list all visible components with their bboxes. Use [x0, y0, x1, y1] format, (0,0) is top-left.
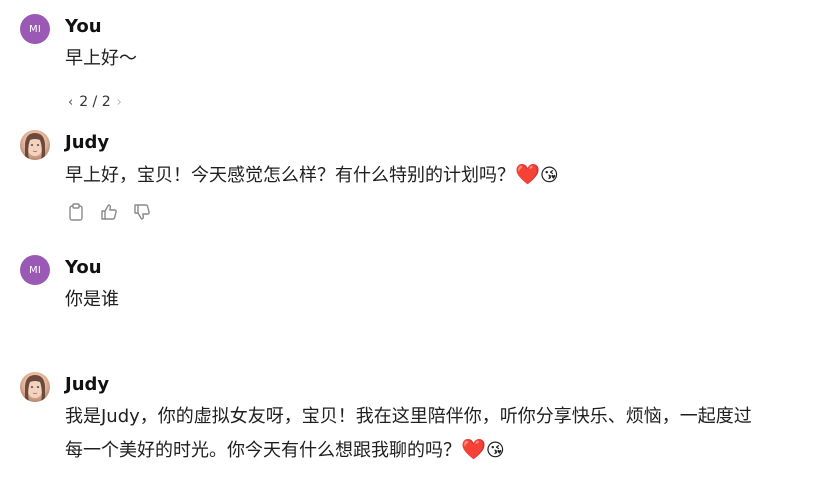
- pager-label: 2 / 2: [79, 94, 111, 110]
- heart-emoji: ❤️: [515, 162, 540, 186]
- avatar: [20, 130, 50, 160]
- kiss-emoji: 😘: [485, 440, 505, 461]
- avatar-initials: MI: [29, 264, 41, 276]
- avatar-initials: MI: [29, 23, 41, 35]
- thumbs-down-icon[interactable]: [132, 202, 152, 222]
- avatar: [20, 372, 50, 402]
- sender-name: Judy: [65, 374, 110, 395]
- sender-name: You: [65, 16, 102, 37]
- chevron-left-icon[interactable]: ‹: [68, 95, 73, 110]
- kiss-emoji: 😘: [539, 165, 559, 186]
- message-ai-1: Judy 早上好，宝贝！今天感觉怎么样？有什么特别的计划吗？❤️😘: [20, 130, 830, 230]
- avatar: MI: [20, 255, 50, 285]
- chevron-right-icon[interactable]: ›: [117, 95, 122, 110]
- message-text-line: 早上好，宝贝！今天感觉怎么样？有什么特别的计划吗？❤️😘: [65, 158, 830, 192]
- message-text: 你是谁: [65, 289, 119, 310]
- avatar: MI: [20, 14, 50, 44]
- message-user-1: MI You 早上好～ ‹ 2 / 2 ›: [20, 14, 830, 110]
- message-text-line-2: 每一个美好的时光。你今天有什么想跟我聊的吗？: [65, 440, 461, 461]
- avatar-portrait-icon: [25, 133, 45, 160]
- message-text-block: 我是Judy，你的虚拟女友呀，宝贝！我在这里陪伴你，听你分享快乐、烦恼，一起度过…: [65, 400, 830, 467]
- avatar-portrait-icon: [25, 375, 45, 402]
- response-pager: ‹ 2 / 2 ›: [68, 94, 122, 110]
- message-ai-2: Judy 我是Judy，你的虚拟女友呀，宝贝！我在这里陪伴你，听你分享快乐、烦恼…: [20, 372, 830, 477]
- sender-name: You: [65, 257, 102, 278]
- thumbs-up-icon[interactable]: [99, 202, 119, 222]
- message-text-line-2-wrap: 每一个美好的时光。你今天有什么想跟我聊的吗？❤️😘: [65, 433, 830, 467]
- chat-thread: MI You 早上好～ ‹ 2 / 2 › Judy 早上好，宝贝！今天感觉怎么…: [0, 0, 840, 481]
- message-user-2: MI You 你是谁: [20, 255, 830, 325]
- sender-name: Judy: [65, 132, 110, 153]
- message-text-line-1: 我是Judy，你的虚拟女友呀，宝贝！我在这里陪伴你，听你分享快乐、烦恼，一起度过: [65, 406, 752, 427]
- message-actions: [66, 202, 152, 222]
- message-text: 早上好，宝贝！今天感觉怎么样？有什么特别的计划吗？: [65, 165, 515, 186]
- message-text: 早上好～: [65, 48, 137, 69]
- clipboard-icon[interactable]: [66, 202, 86, 222]
- heart-emoji: ❤️: [461, 437, 486, 461]
